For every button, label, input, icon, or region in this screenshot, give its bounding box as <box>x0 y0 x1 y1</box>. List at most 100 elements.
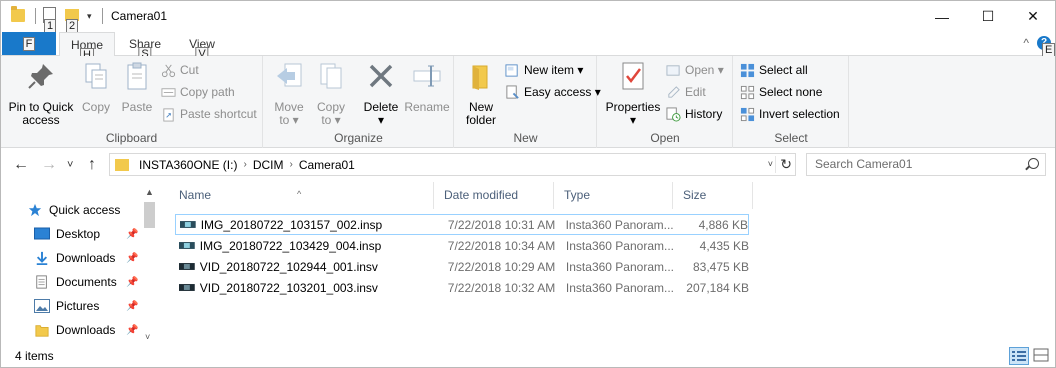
file-row[interactable]: IMG_20180722_103429_004.insp 7/22/2018 1… <box>175 235 749 256</box>
close-button[interactable]: ✕ <box>1010 1 1056 32</box>
breadcrumb-separator[interactable]: › <box>243 159 246 170</box>
documents-icon <box>36 275 47 289</box>
edit-label: Edit <box>685 85 706 99</box>
cut-label: Cut <box>180 63 199 77</box>
breadcrumb-dcim[interactable]: DCIM <box>253 158 284 172</box>
rename-button[interactable]: Rename <box>404 60 450 114</box>
status-bar: 4 items <box>1 346 1055 367</box>
column-header-name[interactable]: Name ^ <box>169 182 434 209</box>
history-label: History <box>685 107 723 121</box>
move-to-button[interactable]: Move to ▾ <box>270 60 308 127</box>
up-button[interactable]: ↑ <box>88 156 96 174</box>
pin-icon[interactable]: 📌 <box>126 325 138 336</box>
copy-path-button[interactable]: Copy path <box>161 82 235 102</box>
column-header-type[interactable]: Type <box>554 182 673 209</box>
edit-icon <box>668 85 680 98</box>
pin-icon[interactable]: 📌 <box>126 253 138 264</box>
select-all-button[interactable]: Select all <box>740 60 808 80</box>
nav-label: Documents <box>56 275 117 289</box>
file-row[interactable]: IMG_20180722_103157_002.insp 7/22/2018 1… <box>175 214 749 235</box>
clipboard-group-label: Clipboard <box>105 131 158 145</box>
insp-file-icon <box>179 242 195 249</box>
history-icon <box>666 106 681 122</box>
copy-to-button[interactable]: Copy to ▾ <box>312 60 350 127</box>
breadcrumb-separator[interactable]: › <box>289 159 292 170</box>
new-item-icon <box>505 63 518 77</box>
nav-item-downloads[interactable]: Downloads <box>34 247 115 269</box>
file-list: Name ^ Date modified Type Size IMG_20180… <box>169 182 769 346</box>
history-button[interactable]: History <box>666 104 722 124</box>
easy-access-label: Easy access ▾ <box>524 85 601 99</box>
paste-shortcut-label: Paste shortcut <box>180 107 257 121</box>
pin-icon[interactable]: 📌 <box>126 277 138 288</box>
nav-item-downloads-folder[interactable]: Downloads <box>34 319 115 341</box>
star-icon <box>28 203 42 217</box>
select-none-button[interactable]: Select none <box>740 82 822 102</box>
breadcrumb-camera01[interactable]: Camera01 <box>299 158 355 172</box>
details-view-icon <box>1012 351 1026 361</box>
paste-label: Paste <box>121 100 153 114</box>
search-input[interactable]: Search Camera01 <box>806 153 1046 176</box>
properties-button[interactable]: Properties ▾ <box>604 60 662 127</box>
search-icon[interactable] <box>1028 158 1039 169</box>
nav-item-quick-access[interactable]: Quick access <box>27 199 120 221</box>
breadcrumb-drive[interactable]: INSTA360ONE (I:) <box>139 158 237 172</box>
address-bar[interactable]: INSTA360ONE (I:) › DCIM › Camera01 ˅ ↻ <box>109 153 796 176</box>
select-none-label: Select none <box>759 85 823 99</box>
select-group-label: Select <box>774 131 808 145</box>
back-button[interactable]: ← <box>13 156 29 174</box>
invert-selection-button[interactable]: Invert selection <box>740 104 840 124</box>
copy-to-icon <box>320 63 342 89</box>
collapse-ribbon-button[interactable]: ^ <box>1023 36 1029 50</box>
copy-path-label: Copy path <box>180 85 235 99</box>
nav-item-documents[interactable]: Documents <box>34 271 117 293</box>
scroll-thumb[interactable] <box>144 202 155 228</box>
qat-customize-dropdown[interactable]: ▾ <box>87 11 92 22</box>
scroll-up-button[interactable]: ▲ <box>145 187 154 197</box>
minimize-button[interactable]: — <box>919 1 965 32</box>
download-icon <box>36 251 48 265</box>
large-icons-view-button[interactable] <box>1032 347 1052 365</box>
desktop-icon <box>34 227 50 240</box>
scroll-down-button[interactable]: ˅ <box>145 332 150 342</box>
file-row[interactable]: VID_20180722_102944_001.insv 7/22/2018 1… <box>175 256 749 277</box>
delete-button[interactable]: Delete ▾ <box>360 60 402 127</box>
organize-group: Move to ▾ Copy to ▾ Delete ▾ Rename Orga… <box>264 56 454 148</box>
maximize-button[interactable]: ☐ <box>965 1 1011 32</box>
new-folder-button[interactable]: New folder <box>461 60 501 127</box>
tab-share[interactable]: Share S <box>121 32 169 61</box>
column-header-size[interactable]: Size <box>673 182 753 209</box>
recent-locations-button[interactable]: ˅ <box>67 159 73 171</box>
file-row[interactable]: VID_20180722_103201_003.insv 7/22/2018 1… <box>175 277 749 298</box>
copy-button[interactable]: Copy <box>77 60 115 114</box>
nav-pane-scrollbar[interactable]: ▲ ˅ <box>142 184 157 344</box>
new-folder-label: New folder <box>465 100 497 127</box>
details-view-button[interactable] <box>1009 347 1029 365</box>
new-item-button[interactable]: New item ▾ <box>505 60 583 80</box>
open-button[interactable]: Open ▾ <box>666 60 724 80</box>
nav-item-pictures[interactable]: Pictures <box>34 295 99 317</box>
rename-label: Rename <box>404 100 450 114</box>
forward-button[interactable]: → <box>41 156 57 174</box>
address-dropdown-button[interactable]: ˅ <box>768 159 773 169</box>
refresh-button[interactable]: ↻ <box>775 156 792 173</box>
column-header-date[interactable]: Date modified <box>434 182 554 209</box>
tab-file[interactable]: F <box>2 32 56 55</box>
file-name: VID_20180722_103201_003.insv <box>199 280 378 295</box>
pin-icon[interactable]: 📌 <box>126 301 138 312</box>
tab-view[interactable]: View V <box>179 32 225 61</box>
navigation-pane: Quick access Desktop Downloads Documents <box>1 182 158 346</box>
cut-button[interactable]: Cut <box>161 60 199 80</box>
pin-quick-access-button[interactable]: Pin to Quick access <box>7 60 75 127</box>
easy-access-button[interactable]: Easy access ▾ <box>505 82 601 102</box>
nav-label: Downloads <box>56 323 116 337</box>
paste-shortcut-button[interactable]: Paste shortcut <box>161 104 257 124</box>
nav-item-desktop[interactable]: Desktop <box>34 223 100 245</box>
tab-home[interactable]: Home H <box>59 32 115 62</box>
open-group-label: Open <box>650 131 680 145</box>
window-title: Camera01 <box>111 9 168 23</box>
file-type: Insta360 Panoram... <box>565 238 674 253</box>
paste-button[interactable]: Paste <box>117 60 157 114</box>
pin-icon[interactable]: 📌 <box>126 229 138 240</box>
edit-button[interactable]: Edit <box>666 82 706 102</box>
